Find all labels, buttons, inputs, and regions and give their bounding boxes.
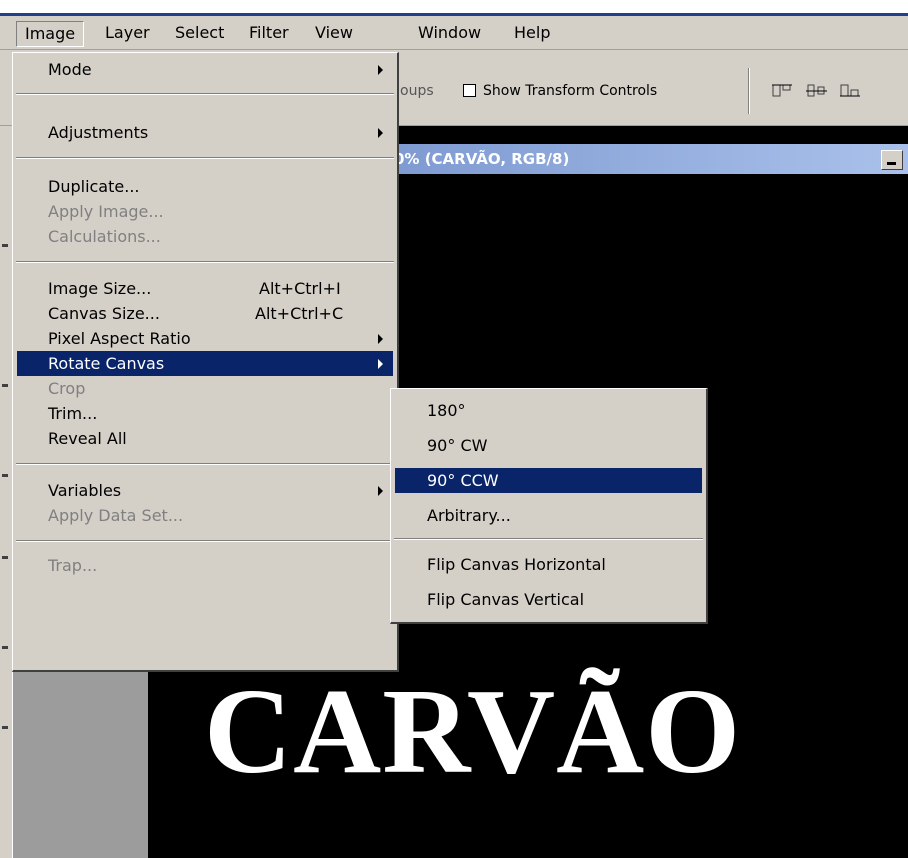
document-title: 0% (CARVÃO, RGB/8)	[394, 150, 570, 168]
menu-separator	[394, 538, 703, 540]
menu-item-label: Duplicate...	[48, 177, 140, 196]
menu-separator	[16, 93, 394, 95]
partial-option-label: oups	[400, 83, 434, 99]
menu-item-label: Variables	[48, 481, 122, 500]
menu-item-label: Crop	[48, 379, 86, 398]
menu-separator	[16, 540, 394, 542]
menu-item-rotate-canvas[interactable]: Rotate Canvas	[17, 351, 393, 376]
menu-item-mode[interactable]: Mode	[17, 57, 393, 82]
menu-item-crop: Crop	[17, 376, 393, 401]
menu-item-label: 90° CW	[427, 436, 488, 455]
menu-separator	[16, 463, 394, 465]
menu-item-rotate-180[interactable]: 180°	[395, 398, 702, 423]
submenu-arrow-icon	[378, 486, 383, 496]
menu-item-calculations: Calculations...	[17, 224, 393, 249]
menu-item-flip-horizontal[interactable]: Flip Canvas Horizontal	[395, 552, 702, 577]
menu-item-label: Trim...	[48, 404, 98, 423]
menu-item-label: Apply Data Set...	[48, 506, 184, 525]
align-vertical-center-icon[interactable]	[806, 84, 828, 98]
menu-item-pixel-aspect-ratio[interactable]: Pixel Aspect Ratio	[17, 326, 393, 351]
show-transform-label[interactable]: Show Transform Controls	[483, 83, 657, 99]
minimize-button[interactable]	[881, 150, 903, 170]
align-bottom-icon[interactable]	[840, 84, 862, 98]
menu-help[interactable]: Help	[506, 21, 558, 45]
menu-item-label: Rotate Canvas	[48, 354, 165, 373]
menu-item-canvas-size[interactable]: Canvas Size... Alt+Ctrl+C	[17, 301, 393, 326]
align-top-icon[interactable]	[772, 84, 794, 98]
menu-item-label: Flip Canvas Vertical	[427, 590, 585, 609]
tool-marker	[2, 474, 8, 477]
menu-item-flip-vertical[interactable]: Flip Canvas Vertical	[395, 587, 702, 612]
minimize-icon	[887, 162, 896, 165]
menu-item-label: 180°	[427, 401, 466, 420]
tool-marker	[2, 556, 8, 559]
menu-window[interactable]: Window	[410, 21, 489, 45]
menu-item-apply-data-set: Apply Data Set...	[17, 503, 393, 528]
menu-item-label: Adjustments	[48, 123, 149, 142]
menu-image[interactable]: Image	[16, 21, 85, 47]
menu-item-label: Calculations...	[48, 227, 161, 246]
menu-item-label: Pixel Aspect Ratio	[48, 329, 191, 348]
menu-item-rotate-90-ccw[interactable]: 90° CCW	[395, 468, 702, 493]
rotate-canvas-submenu: 180° 90° CW 90° CCW Arbitrary... Flip Ca…	[390, 388, 708, 624]
menu-item-adjustments[interactable]: Adjustments	[17, 120, 393, 145]
menu-item-label: Trap...	[48, 556, 98, 575]
image-menu: Mode Adjustments Duplicate... Apply Imag…	[12, 52, 399, 672]
menu-item-apply-image: Apply Image...	[17, 199, 393, 224]
options-separator	[748, 68, 750, 114]
menu-item-label: Arbitrary...	[427, 506, 511, 525]
menu-item-trap: Trap...	[17, 553, 393, 578]
submenu-arrow-icon	[378, 334, 383, 344]
tool-marker	[2, 726, 8, 729]
menu-item-label: 90° CCW	[427, 471, 499, 490]
submenu-arrow-icon	[378, 128, 383, 138]
menu-item-reveal-all[interactable]: Reveal All	[17, 426, 393, 451]
menu-item-label: Mode	[48, 60, 92, 79]
menu-item-label: Image Size...	[48, 279, 152, 298]
menu-bar: Image Layer Select Filter View Window He…	[0, 16, 908, 50]
menu-item-label: Canvas Size...	[48, 304, 160, 323]
top-strip	[0, 0, 908, 16]
show-transform-checkbox[interactable]	[463, 84, 476, 97]
shortcut-label: Alt+Ctrl+I	[259, 279, 341, 298]
shortcut-label: Alt+Ctrl+C	[255, 304, 344, 323]
menu-item-trim[interactable]: Trim...	[17, 401, 393, 426]
tool-marker	[2, 384, 8, 387]
menu-item-rotate-90-cw[interactable]: 90° CW	[395, 433, 702, 458]
submenu-arrow-icon	[378, 65, 383, 75]
submenu-arrow-icon	[378, 359, 383, 369]
menu-item-arbitrary[interactable]: Arbitrary...	[395, 503, 702, 528]
menu-separator	[16, 261, 394, 263]
canvas-text: CARVÃO	[204, 664, 742, 799]
menu-layer[interactable]: Layer	[97, 21, 158, 45]
menu-item-label: Flip Canvas Horizontal	[427, 555, 606, 574]
menu-view[interactable]: View	[307, 21, 361, 45]
tool-marker	[2, 244, 8, 247]
tool-marker	[2, 646, 8, 649]
menu-item-label: Reveal All	[48, 429, 127, 448]
menu-item-image-size[interactable]: Image Size... Alt+Ctrl+I	[17, 276, 393, 301]
menu-item-variables[interactable]: Variables	[17, 478, 393, 503]
menu-select[interactable]: Select	[167, 21, 232, 45]
menu-item-label: Apply Image...	[48, 202, 164, 221]
menu-item-duplicate[interactable]: Duplicate...	[17, 174, 393, 199]
menu-filter[interactable]: Filter	[241, 21, 297, 45]
menu-separator	[16, 157, 394, 159]
